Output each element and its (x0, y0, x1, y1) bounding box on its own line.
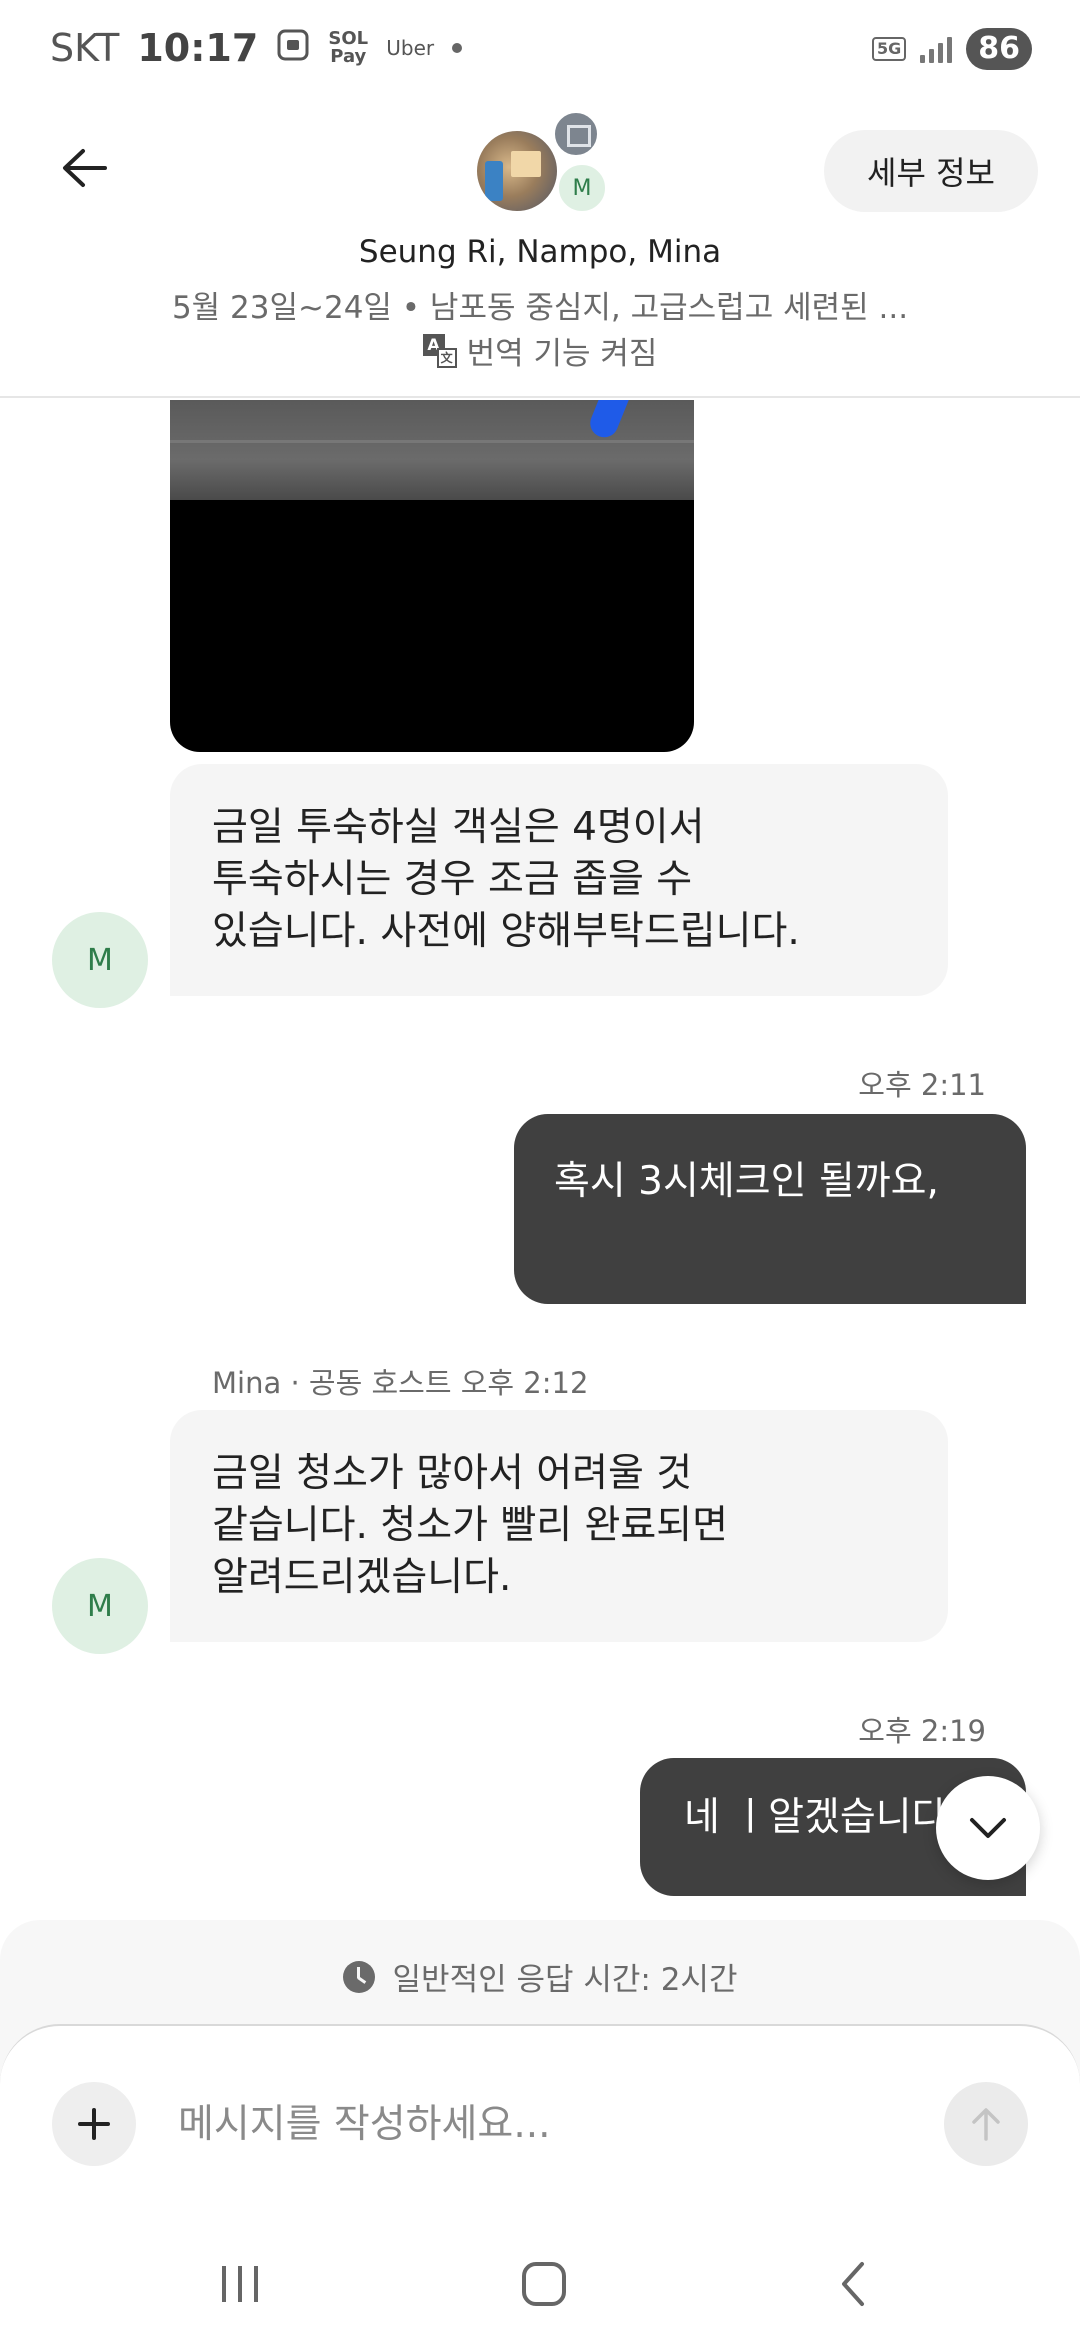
message-timestamp: 오후 2:11 (858, 1068, 986, 1102)
status-bar: SKT 10:17 SOL Pay Uber 5G 86 (0, 0, 1080, 100)
clock-icon (342, 1960, 375, 1993)
message-line: 금일 청소가 많아서 어려울 것 (212, 1451, 693, 1496)
group-avatars[interactable]: M (470, 110, 620, 220)
message-timestamp: 오후 2:19 (858, 1714, 986, 1748)
response-time-label: 일반적인 응답 시간: 2시간 (392, 1962, 738, 1998)
network-5g-icon: 5G (871, 37, 907, 61)
battery-icon: 86 (966, 28, 1032, 70)
add-attachment-button[interactable] (52, 2082, 136, 2166)
uber-icon: Uber (386, 36, 435, 60)
incoming-message[interactable]: 금일 투숙하실 객실은 4명이서 투숙하시는 경우 조금 좁을 수 있습니다. … (170, 764, 948, 996)
translate-status[interactable]: A文 번역 기능 켜짐 (0, 328, 1080, 373)
back-arrow-icon (63, 149, 107, 187)
status-left: SKT 10:17 SOL Pay Uber (50, 26, 463, 70)
translate-label: 번역 기능 켜짐 (466, 336, 658, 372)
message-sender-meta: Mina · 공동 호스트 오후 2:12 (212, 1366, 589, 1400)
message-line: 투숙하시는 경우 조금 좁을 수 (212, 857, 693, 902)
system-back-icon[interactable] (830, 2260, 878, 2308)
message-list[interactable]: 금일 투숙하실 객실은 4명이서 투숙하시는 경우 조금 좁을 수 있습니다. … (0, 400, 1080, 1920)
send-button[interactable] (944, 2082, 1028, 2166)
sol-pay-icon: SOL Pay (328, 28, 369, 67)
avatar[interactable]: M (52, 912, 148, 1008)
avatar: M (556, 162, 608, 214)
status-time: 10:17 (137, 26, 259, 70)
signal-icon (920, 35, 953, 63)
system-navigation-bar (0, 2210, 1080, 2340)
message-text: 혹시 3시체크인 될까요, (554, 1159, 939, 1204)
back-button[interactable] (52, 136, 116, 200)
image-message[interactable] (170, 400, 694, 752)
scroll-down-button[interactable] (936, 1776, 1040, 1880)
conversation-title: Seung Ri, Nampo, Mina (358, 234, 722, 270)
translate-icon: A文 (422, 333, 457, 368)
incoming-message[interactable]: 금일 청소가 많아서 어려울 것 같습니다. 청소가 빨리 완료되면 알려드리겠… (170, 1410, 948, 1642)
reservation-summary: 5월 23일~24일 • 남포동 중심지, 고급스럽고 세련된 ... (171, 290, 909, 326)
room-photo-avatar (474, 128, 560, 214)
message-input[interactable] (178, 2084, 878, 2164)
home-icon[interactable] (522, 2262, 566, 2306)
chat-header: M 세부 정보 Seung Ri, Nampo, Mina 5월 23일~24일… (0, 100, 1080, 398)
plus-icon (78, 2108, 110, 2140)
avatar[interactable]: M (52, 1558, 148, 1654)
screenshot-icon (276, 28, 310, 69)
message-line: 같습니다. 청소가 빨리 완료되면 (212, 1503, 729, 1548)
message-line: 알려드리겠습니다. (212, 1555, 512, 1600)
host-photo-avatar (552, 110, 600, 158)
response-time-notice: 일반적인 응답 시간: 2시간 (0, 1954, 1080, 1999)
arrow-up-icon (972, 2108, 1000, 2141)
notification-dot-icon (452, 43, 463, 53)
outgoing-message[interactable]: 혹시 3시체크인 될까요, (514, 1114, 1026, 1304)
message-line: 금일 투숙하실 객실은 4명이서 (212, 805, 705, 850)
status-right: 5G 86 (871, 28, 1032, 70)
details-button[interactable]: 세부 정보 (824, 130, 1038, 212)
chevron-down-icon (970, 1818, 1006, 1838)
carrier-label: SKT (50, 26, 120, 70)
recent-apps-icon[interactable] (222, 2266, 258, 2302)
message-line: 있습니다. 사전에 양해부탁드립니다. (212, 909, 800, 954)
